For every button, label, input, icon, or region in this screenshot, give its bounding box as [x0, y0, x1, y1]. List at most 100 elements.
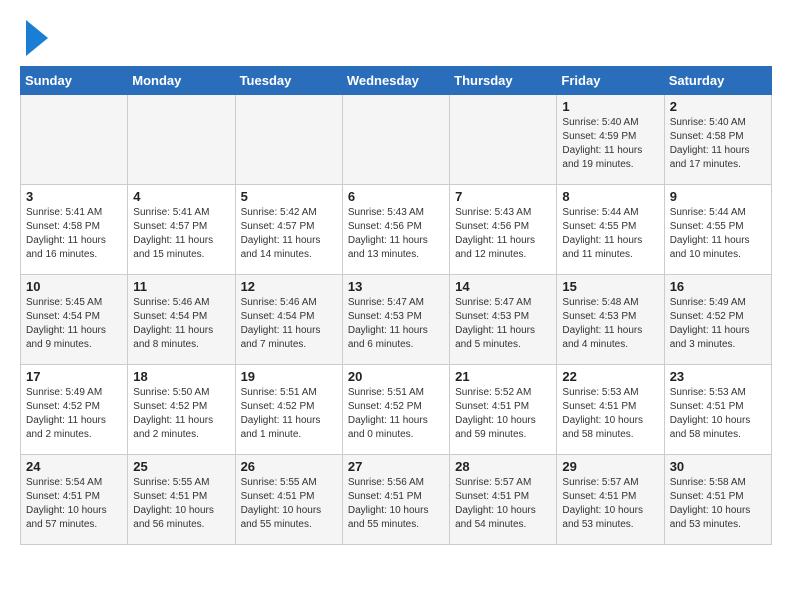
day-number: 28 [455, 459, 551, 474]
calendar-cell: 28 Sunrise: 5:57 AM Sunset: 4:51 PM Dayli… [450, 455, 557, 545]
day-number: 29 [562, 459, 658, 474]
calendar-cell: 24 Sunrise: 5:54 AM Sunset: 4:51 PM Dayli… [21, 455, 128, 545]
day-number: 21 [455, 369, 551, 384]
cell-info: Sunrise: 5:56 AM Sunset: 4:51 PM Dayligh… [348, 476, 444, 532]
day-number: 5 [241, 189, 337, 204]
calendar-cell: 1 Sunrise: 5:40 AM Sunset: 4:59 PM Daylig… [557, 95, 664, 185]
day-number: 26 [241, 459, 337, 474]
calendar-cell: 12 Sunrise: 5:46 AM Sunset: 4:54 PM Dayli… [235, 275, 342, 365]
day-number: 10 [26, 279, 122, 294]
calendar-cell: 10Sunrise: 5:45 AM Sunset: 4:54 PM Dayli… [21, 275, 128, 365]
calendar-cell [342, 95, 449, 185]
day-number: 4 [133, 189, 229, 204]
calendar-cell: 3 Sunrise: 5:41 AM Sunset: 4:58 PM Daylig… [21, 185, 128, 275]
calendar-cell [450, 95, 557, 185]
cell-info: Sunrise: 5:53 AM Sunset: 4:51 PM Dayligh… [670, 386, 766, 442]
day-number: 15 [562, 279, 658, 294]
day-number: 27 [348, 459, 444, 474]
day-number: 22 [562, 369, 658, 384]
day-number: 24 [26, 459, 122, 474]
calendar-header-row: SundayMondayTuesdayWednesdayThursdayFrid… [21, 67, 772, 95]
cell-info: Sunrise: 5:44 AM Sunset: 4:55 PM Dayligh… [670, 206, 766, 262]
cell-info: Sunrise: 5:53 AM Sunset: 4:51 PM Dayligh… [562, 386, 658, 442]
calendar-cell: 5 Sunrise: 5:42 AM Sunset: 4:57 PM Daylig… [235, 185, 342, 275]
cell-info: Sunrise: 5:48 AM Sunset: 4:53 PM Dayligh… [562, 296, 658, 352]
weekday-header-monday: Monday [128, 67, 235, 95]
day-number: 16 [670, 279, 766, 294]
cell-info: Sunrise: 5:58 AM Sunset: 4:51 PM Dayligh… [670, 476, 766, 532]
calendar-cell: 13Sunrise: 5:47 AM Sunset: 4:53 PM Dayli… [342, 275, 449, 365]
calendar-cell: 16 Sunrise: 5:49 AM Sunset: 4:52 PM Dayli… [664, 275, 771, 365]
calendar-cell: 2 Sunrise: 5:40 AM Sunset: 4:58 PM Daylig… [664, 95, 771, 185]
cell-info: Sunrise: 5:49 AM Sunset: 4:52 PM Dayligh… [26, 386, 122, 442]
calendar-cell: 29 Sunrise: 5:57 AM Sunset: 4:51 PM Dayli… [557, 455, 664, 545]
day-number: 17 [26, 369, 122, 384]
day-number: 6 [348, 189, 444, 204]
cell-info: Sunrise: 5:57 AM Sunset: 4:51 PM Dayligh… [562, 476, 658, 532]
calendar-cell: 14 Sunrise: 5:47 AM Sunset: 4:53 PM Dayli… [450, 275, 557, 365]
weekday-header-sunday: Sunday [21, 67, 128, 95]
cell-info: Sunrise: 5:40 AM Sunset: 4:58 PM Dayligh… [670, 116, 766, 172]
cell-info: Sunrise: 5:46 AM Sunset: 4:54 PM Dayligh… [241, 296, 337, 352]
cell-info: Sunrise: 5:44 AM Sunset: 4:55 PM Dayligh… [562, 206, 658, 262]
day-number: 23 [670, 369, 766, 384]
page-header [20, 20, 772, 56]
day-number: 20 [348, 369, 444, 384]
day-number: 9 [670, 189, 766, 204]
cell-info: Sunrise: 5:42 AM Sunset: 4:57 PM Dayligh… [241, 206, 337, 262]
calendar-cell: 7 Sunrise: 5:43 AM Sunset: 4:56 PM Daylig… [450, 185, 557, 275]
calendar-cell: 11Sunrise: 5:46 AM Sunset: 4:54 PM Dayli… [128, 275, 235, 365]
calendar-week-row: 10Sunrise: 5:45 AM Sunset: 4:54 PM Dayli… [21, 275, 772, 365]
weekday-header-thursday: Thursday [450, 67, 557, 95]
day-number: 2 [670, 99, 766, 114]
calendar-cell: 26 Sunrise: 5:55 AM Sunset: 4:51 PM Dayli… [235, 455, 342, 545]
calendar-cell [128, 95, 235, 185]
day-number: 30 [670, 459, 766, 474]
cell-info: Sunrise: 5:40 AM Sunset: 4:59 PM Dayligh… [562, 116, 658, 172]
calendar-cell: 27 Sunrise: 5:56 AM Sunset: 4:51 PM Dayli… [342, 455, 449, 545]
calendar-cell: 6 Sunrise: 5:43 AM Sunset: 4:56 PM Daylig… [342, 185, 449, 275]
cell-info: Sunrise: 5:43 AM Sunset: 4:56 PM Dayligh… [348, 206, 444, 262]
cell-info: Sunrise: 5:55 AM Sunset: 4:51 PM Dayligh… [241, 476, 337, 532]
day-number: 1 [562, 99, 658, 114]
calendar-cell: 15 Sunrise: 5:48 AM Sunset: 4:53 PM Dayli… [557, 275, 664, 365]
calendar-cell: 17 Sunrise: 5:49 AM Sunset: 4:52 PM Dayli… [21, 365, 128, 455]
calendar-cell: 19Sunrise: 5:51 AM Sunset: 4:52 PM Dayli… [235, 365, 342, 455]
cell-info: Sunrise: 5:47 AM Sunset: 4:53 PM Dayligh… [348, 296, 444, 352]
cell-info: Sunrise: 5:52 AM Sunset: 4:51 PM Dayligh… [455, 386, 551, 442]
day-number: 12 [241, 279, 337, 294]
calendar-cell: 23 Sunrise: 5:53 AM Sunset: 4:51 PM Dayli… [664, 365, 771, 455]
calendar-cell [21, 95, 128, 185]
logo-arrow-icon [26, 20, 48, 56]
calendar-cell: 25Sunrise: 5:55 AM Sunset: 4:51 PM Dayli… [128, 455, 235, 545]
day-number: 18 [133, 369, 229, 384]
calendar-week-row: 3 Sunrise: 5:41 AM Sunset: 4:58 PM Daylig… [21, 185, 772, 275]
cell-info: Sunrise: 5:54 AM Sunset: 4:51 PM Dayligh… [26, 476, 122, 532]
day-number: 7 [455, 189, 551, 204]
calendar-cell: 9 Sunrise: 5:44 AM Sunset: 4:55 PM Daylig… [664, 185, 771, 275]
calendar-week-row: 17 Sunrise: 5:49 AM Sunset: 4:52 PM Dayli… [21, 365, 772, 455]
cell-info: Sunrise: 5:49 AM Sunset: 4:52 PM Dayligh… [670, 296, 766, 352]
day-number: 14 [455, 279, 551, 294]
calendar-cell: 20Sunrise: 5:51 AM Sunset: 4:52 PM Dayli… [342, 365, 449, 455]
cell-info: Sunrise: 5:43 AM Sunset: 4:56 PM Dayligh… [455, 206, 551, 262]
calendar-cell: 21 Sunrise: 5:52 AM Sunset: 4:51 PM Dayli… [450, 365, 557, 455]
calendar-cell: 22 Sunrise: 5:53 AM Sunset: 4:51 PM Dayli… [557, 365, 664, 455]
day-number: 8 [562, 189, 658, 204]
weekday-header-wednesday: Wednesday [342, 67, 449, 95]
cell-info: Sunrise: 5:57 AM Sunset: 4:51 PM Dayligh… [455, 476, 551, 532]
calendar-table: SundayMondayTuesdayWednesdayThursdayFrid… [20, 66, 772, 545]
calendar-cell: 18Sunrise: 5:50 AM Sunset: 4:52 PM Dayli… [128, 365, 235, 455]
day-number: 3 [26, 189, 122, 204]
cell-info: Sunrise: 5:47 AM Sunset: 4:53 PM Dayligh… [455, 296, 551, 352]
calendar-week-row: 24 Sunrise: 5:54 AM Sunset: 4:51 PM Dayli… [21, 455, 772, 545]
weekday-header-tuesday: Tuesday [235, 67, 342, 95]
calendar-cell [235, 95, 342, 185]
cell-info: Sunrise: 5:41 AM Sunset: 4:58 PM Dayligh… [26, 206, 122, 262]
cell-info: Sunrise: 5:55 AM Sunset: 4:51 PM Dayligh… [133, 476, 229, 532]
cell-info: Sunrise: 5:51 AM Sunset: 4:52 PM Dayligh… [241, 386, 337, 442]
day-number: 11 [133, 279, 229, 294]
calendar-cell: 4 Sunrise: 5:41 AM Sunset: 4:57 PM Daylig… [128, 185, 235, 275]
calendar-week-row: 1 Sunrise: 5:40 AM Sunset: 4:59 PM Daylig… [21, 95, 772, 185]
cell-info: Sunrise: 5:41 AM Sunset: 4:57 PM Dayligh… [133, 206, 229, 262]
